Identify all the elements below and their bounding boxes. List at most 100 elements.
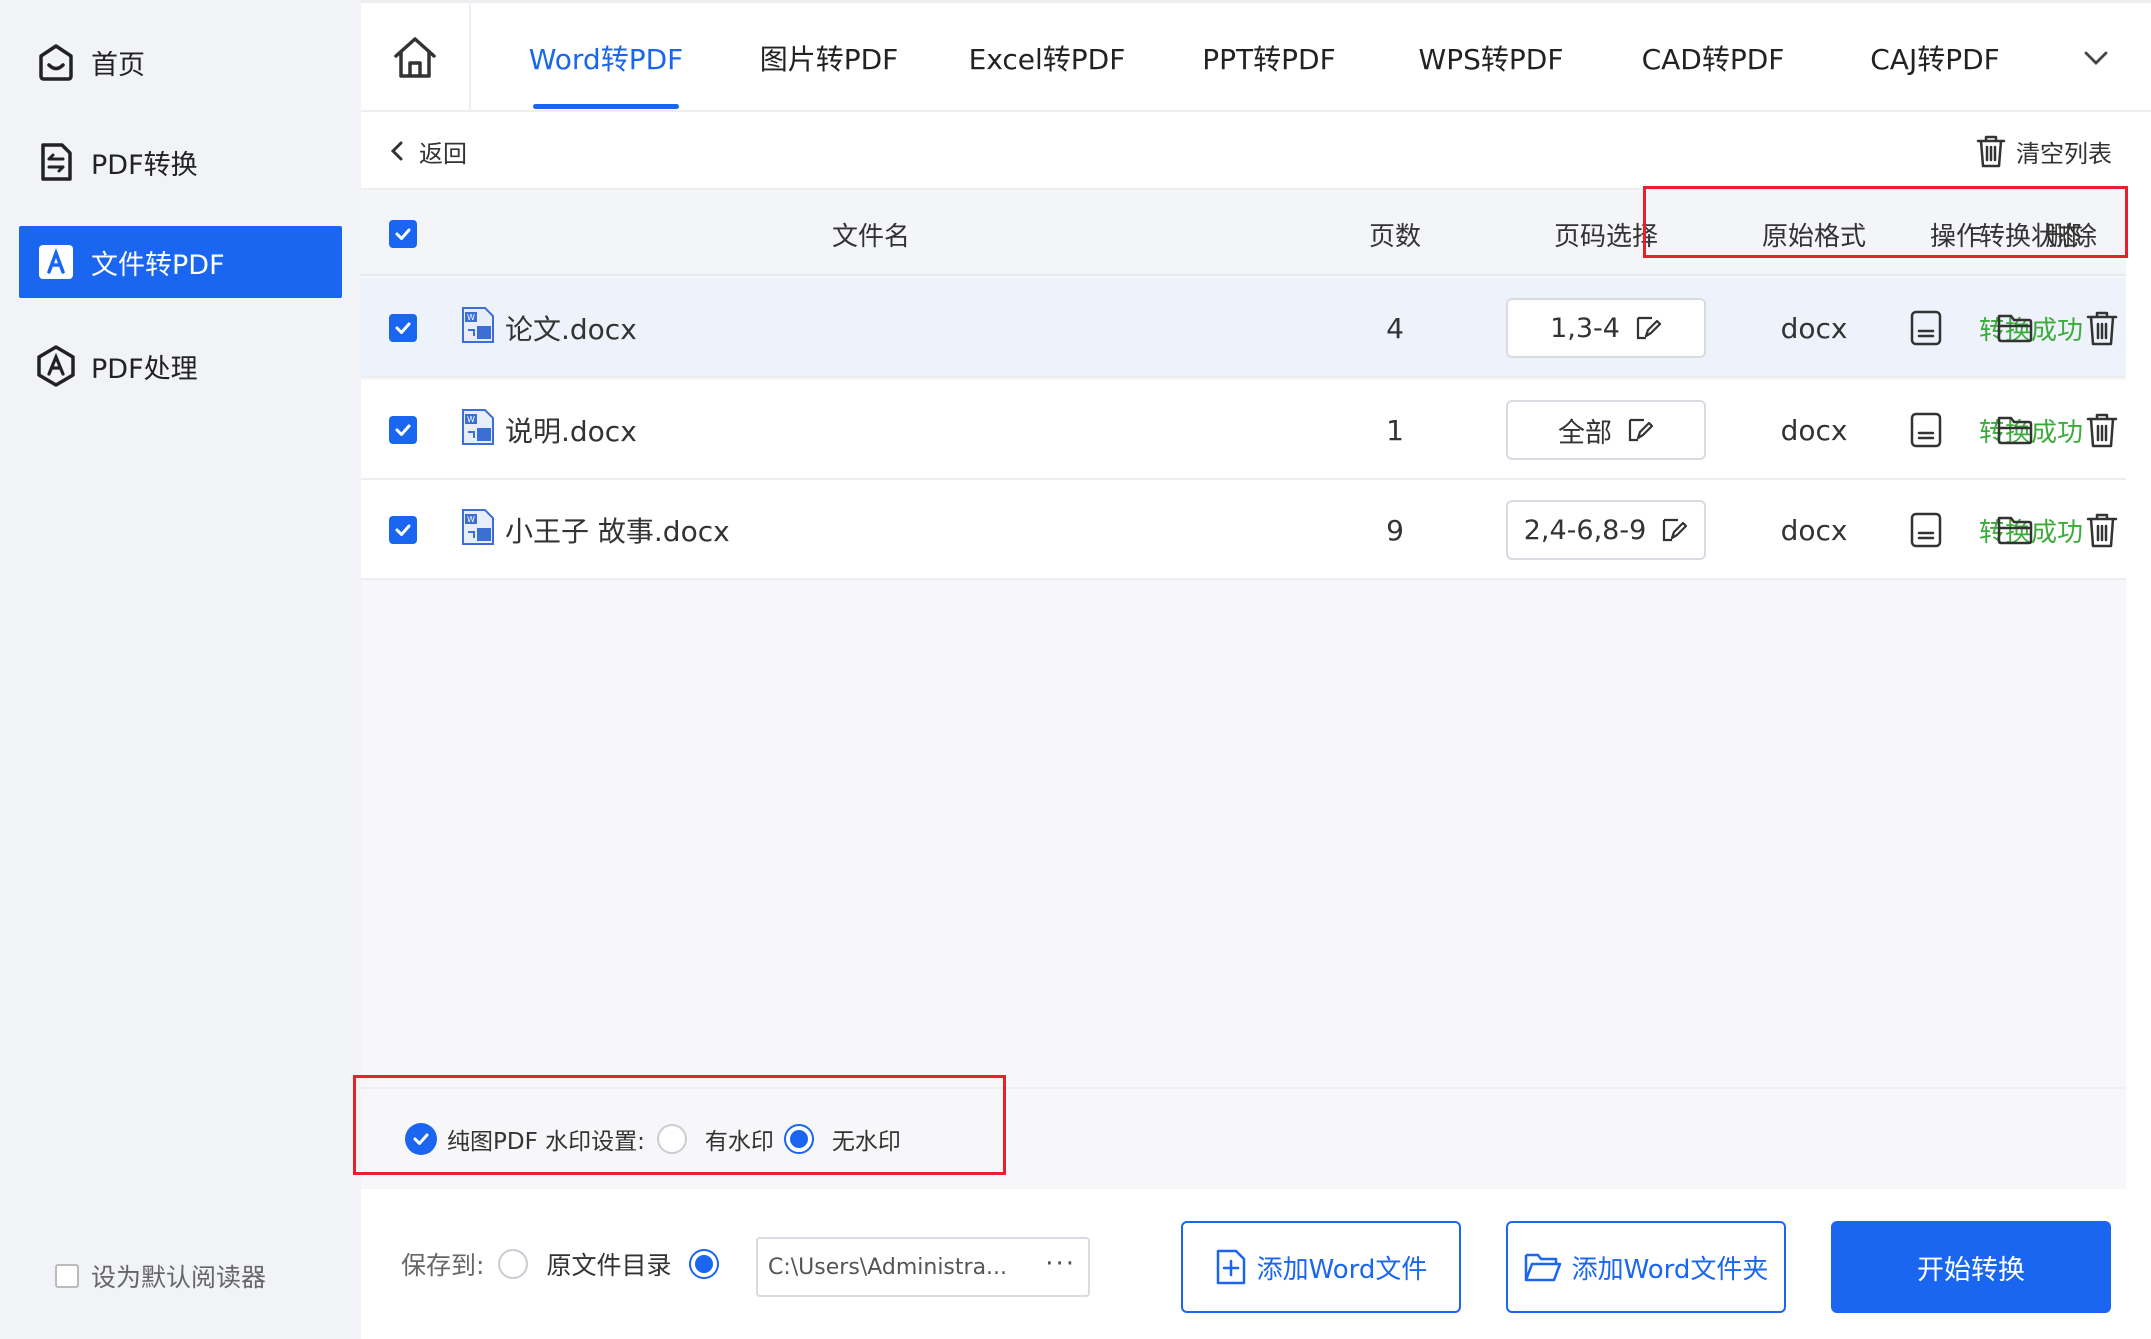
tab-ppt-to-pdf[interactable]: PPT转PDF [1169,3,1369,113]
original-dir-label: 原文件目录 [546,1251,672,1280]
page-count: 4 [1386,311,1404,345]
page-range-value: 1,3-4 [1550,312,1620,344]
sidebar-item-label: PDF处理 [91,353,198,385]
delete-row-button[interactable] [2072,278,2132,378]
folder-icon [1524,1253,1561,1282]
tab-caj-to-pdf[interactable]: CAJ转PDF [1835,3,2035,113]
row-checkbox[interactable] [383,278,423,378]
header-filename: 文件名 [831,221,910,252]
row-checkbox[interactable] [383,480,423,580]
sidebar-item-pdf-convert[interactable]: PDF转换 [19,126,342,198]
folder-icon [1997,416,2033,445]
with-watermark-label: 有水印 [704,1129,774,1155]
chevron-left-icon [390,141,403,161]
app-window: 首页 PDF转换 文件转PDF PDF处理 设为默认阅读器 Word转PDF 图… [0,0,2151,1339]
table-row[interactable]: W 论文.docx 4 1,3-4 docx 转换成功 [361,278,2126,378]
select-all-checkbox[interactable] [383,192,423,276]
default-reader-label: 设为默认阅读器 [91,1263,267,1292]
default-reader-option[interactable]: 设为默认阅读器 [55,1258,266,1294]
header-actions: 操作 [1929,221,1982,252]
tab-cad-to-pdf[interactable]: CAD转PDF [1613,3,1813,113]
tab-label: Word转PDF [528,43,684,76]
pdf-process-icon [33,343,79,389]
page-range-button[interactable]: 1,3-4 [1506,298,1706,358]
clear-list-button[interactable]: 清空列表 [1976,112,2112,190]
original-dir-radio[interactable] [498,1249,529,1279]
trash-icon [2086,413,2118,448]
tab-label: 图片转PDF [759,43,899,76]
watermark-label: 纯图PDF 水印设置: [447,1129,645,1155]
file-name-cell: W 小王子 故事.docx [461,480,961,580]
page-range-button[interactable]: 全部 [1506,400,1706,460]
sidebar-item-home[interactable]: 首页 [19,26,342,98]
file-name-cell: W 说明.docx [461,380,961,480]
sidebar-item-file-to-pdf[interactable]: 文件转PDF [19,226,342,298]
svg-text:W: W [467,313,475,322]
save-location: 保存到: 原文件目录 [401,1189,720,1339]
header-delete: 删除 [2044,221,2097,252]
edit-icon [1628,418,1654,442]
tab-wps-to-pdf[interactable]: WPS转PDF [1391,3,1591,113]
sidebar-item-pdf-process[interactable]: PDF处理 [19,330,342,402]
save-path-field[interactable]: C:\Users\Administra... ··· [756,1237,1090,1297]
trash-icon [1976,135,2006,168]
watermark-settings: 纯图PDF 水印设置: 有水印 无水印 [405,1089,901,1189]
sidebar-item-label: 首页 [91,49,145,81]
image-pdf-checkbox[interactable] [405,1123,437,1155]
save-to-label: 保存到: [401,1251,485,1280]
word-file-icon: W [461,306,495,351]
with-watermark-radio[interactable] [656,1124,687,1154]
open-file-button[interactable] [1896,480,1956,580]
original-format: docx [1780,413,1848,447]
home-outline-icon [33,39,79,85]
browse-path-button[interactable]: ··· [1045,1249,1076,1279]
scrollbar-track[interactable] [2126,112,2151,1189]
table-header: 文件名 页数 页码选择 原始格式 转换状态 [361,192,2126,276]
home-button[interactable] [361,3,471,113]
tab-label: CAD转PDF [1641,43,1785,76]
checkmark-icon [389,220,417,248]
default-reader-checkbox[interactable] [55,1264,79,1288]
add-word-folder-button[interactable]: 添加Word文件夹 [1506,1221,1786,1313]
add-folder-label: 添加Word文件夹 [1571,1254,1769,1285]
open-folder-button[interactable] [1985,480,2045,580]
pdf-convert-icon [33,139,79,185]
open-file-button[interactable] [1896,380,1956,480]
trash-icon [2086,513,2118,548]
svg-text:W: W [467,415,475,424]
folder-icon [1997,314,2033,343]
checkmark-icon [395,424,411,436]
file-name: 说明.docx [505,415,637,448]
add-file-icon [1216,1249,1245,1285]
open-folder-button[interactable] [1985,278,2045,378]
add-word-file-button[interactable]: 添加Word文件 [1181,1221,1461,1313]
watermark-settings-bar: 纯图PDF 水印设置: 有水印 无水印 [361,1087,2126,1187]
page-count: 9 [1386,513,1404,547]
row-checkbox[interactable] [383,380,423,480]
open-file-button[interactable] [1896,278,1956,378]
back-button[interactable]: 返回 [389,112,467,190]
open-folder-button[interactable] [1985,380,2045,480]
table-row[interactable]: W 说明.docx 1 全部 docx 转换成功 [361,380,2126,480]
tab-image-to-pdf[interactable]: 图片转PDF [729,3,929,113]
header-format: 原始格式 [1761,221,1866,252]
edit-icon [1636,316,1662,340]
original-format: docx [1780,513,1848,547]
delete-row-button[interactable] [2072,480,2132,580]
tab-label: WPS转PDF [1418,43,1564,76]
page-range-button[interactable]: 2,4-6,8-9 [1506,500,1706,560]
table-row[interactable]: W 小王子 故事.docx 9 2,4-6,8-9 docx 转换成功 [361,480,2126,580]
clear-list-label: 清空列表 [2016,139,2112,168]
custom-dir-radio[interactable] [689,1249,720,1279]
file-name: 论文.docx [505,313,637,346]
more-tabs-button[interactable] [2051,3,2141,113]
document-icon [1910,310,1942,346]
without-watermark-label: 无水印 [831,1129,901,1155]
bottom-action-bar: 保存到: 原文件目录 C:\Users\Administra... ··· 添加… [361,1189,2151,1339]
tab-word-to-pdf[interactable]: Word转PDF [511,3,701,113]
checkmark-icon [413,1133,429,1145]
delete-row-button[interactable] [2072,380,2132,480]
start-conversion-button[interactable]: 开始转换 [1831,1221,2111,1313]
tab-excel-to-pdf[interactable]: Excel转PDF [947,3,1147,113]
without-watermark-radio[interactable] [783,1124,814,1154]
